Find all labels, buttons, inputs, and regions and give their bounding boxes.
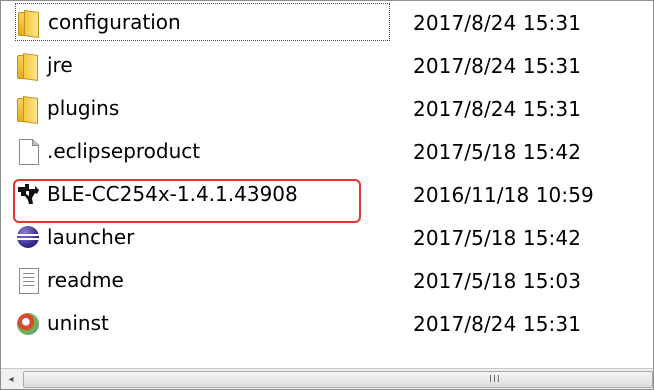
file-row-jre[interactable]: jre 2017/8/24 15:31 bbox=[1, 44, 653, 87]
file-row-configuration[interactable]: configuration 2017/8/24 15:31 bbox=[1, 1, 653, 44]
file-row-ble-cc254x[interactable]: BLE-CC254x-1.4.1.43908 2016/11/18 10:59 bbox=[1, 173, 653, 216]
date-modified: 2017/8/24 15:31 bbox=[413, 311, 582, 336]
folder-icon bbox=[15, 95, 41, 125]
file-row-plugins[interactable]: plugins 2017/8/24 15:31 bbox=[1, 87, 653, 130]
file-explorer-pane: configuration 2017/8/24 15:31 jre 2017/8… bbox=[0, 0, 654, 390]
name-cell[interactable]: plugins bbox=[15, 89, 390, 127]
name-cell[interactable]: uninst bbox=[15, 304, 390, 342]
file-name: .eclipseproduct bbox=[47, 139, 201, 163]
file-name: uninst bbox=[47, 311, 109, 335]
file-name: launcher bbox=[47, 225, 135, 249]
name-cell[interactable]: BLE-CC254x-1.4.1.43908 bbox=[15, 175, 390, 213]
date-modified: 2017/8/24 15:31 bbox=[413, 53, 582, 78]
file-list: configuration 2017/8/24 15:31 jre 2017/8… bbox=[1, 1, 653, 345]
file-name: readme bbox=[47, 268, 124, 292]
scrollbar-thumb[interactable]: III bbox=[23, 371, 653, 388]
file-row-readme[interactable]: readme 2017/5/18 15:03 bbox=[1, 259, 653, 302]
folder-icon bbox=[16, 9, 42, 39]
file-name: jre bbox=[47, 53, 73, 77]
date-modified: 2016/11/18 10:59 bbox=[413, 182, 594, 207]
scrollbar-grip-icon: III bbox=[489, 374, 501, 385]
eclipse-launcher-icon bbox=[15, 224, 41, 250]
name-cell[interactable]: jre bbox=[15, 46, 390, 84]
horizontal-scrollbar[interactable]: ◂ III bbox=[1, 368, 653, 389]
file-row-launcher[interactable]: launcher 2017/5/18 15:42 bbox=[1, 216, 653, 259]
date-modified: 2017/5/18 15:03 bbox=[413, 268, 582, 293]
date-modified: 2017/5/18 15:42 bbox=[413, 225, 582, 250]
name-cell[interactable]: .eclipseproduct bbox=[15, 132, 390, 170]
scroll-left-arrow[interactable]: ◂ bbox=[1, 369, 21, 389]
uninstall-icon bbox=[15, 310, 41, 336]
file-row-uninst[interactable]: uninst 2017/8/24 15:31 bbox=[1, 302, 653, 345]
text-document-icon bbox=[15, 267, 41, 294]
name-cell[interactable]: launcher bbox=[15, 218, 390, 256]
name-cell[interactable]: readme bbox=[15, 261, 390, 299]
folder-icon bbox=[15, 52, 41, 82]
file-name: configuration bbox=[48, 10, 181, 34]
date-modified: 2017/8/24 15:31 bbox=[413, 96, 582, 121]
file-name: BLE-CC254x-1.4.1.43908 bbox=[47, 182, 298, 206]
ti-logo-icon bbox=[15, 181, 41, 207]
date-modified: 2017/5/18 15:42 bbox=[413, 139, 582, 164]
file-row-eclipseproduct[interactable]: .eclipseproduct 2017/5/18 15:42 bbox=[1, 130, 653, 173]
name-cell[interactable]: configuration bbox=[15, 3, 390, 41]
file-name: plugins bbox=[47, 96, 120, 120]
file-icon bbox=[15, 138, 41, 165]
date-modified: 2017/8/24 15:31 bbox=[413, 10, 582, 35]
